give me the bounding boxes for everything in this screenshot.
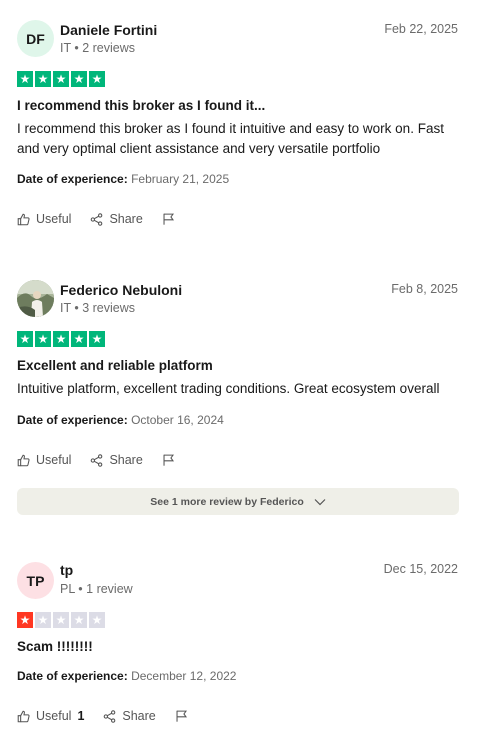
useful-label: Useful [36,212,72,226]
star-icon: ★ [89,612,105,628]
flag-icon [163,213,174,225]
reviewer-meta: IT • 2 reviews [60,41,135,55]
review-date: Feb 8, 2025 [391,282,458,296]
share-button[interactable]: Share [90,453,143,467]
reviewer-name[interactable]: Daniele Fortini [60,22,157,38]
star-rating: ★ ★ ★ ★ ★ [17,71,105,87]
reviewer-meta: IT • 3 reviews [60,301,135,315]
share-icon [91,453,103,467]
review-date: Feb 22, 2025 [384,22,458,36]
star-icon: ★ [17,71,33,87]
date-of-experience-label: Date of experience: [17,413,128,427]
flag-icon [176,710,187,722]
date-of-experience: Date of experience: December 12, 2022 [17,669,236,683]
review-actions: Useful 1 Share [17,709,207,723]
star-icon: ★ [53,612,69,628]
see-more-label: See 1 more review by Federico [150,495,304,508]
star-icon: ★ [89,71,105,87]
useful-label: Useful [36,453,72,467]
star-icon: ★ [89,331,105,347]
star-icon: ★ [35,612,51,628]
review-actions: Useful Share [17,453,194,467]
star-icon: ★ [53,71,69,87]
review-title[interactable]: Excellent and reliable platform [17,358,213,373]
report-button[interactable] [162,453,175,467]
review-title[interactable]: I recommend this broker as I found it... [17,98,265,113]
share-icon [104,709,116,723]
star-icon: ★ [71,71,87,87]
thumbs-up-icon [17,213,30,225]
share-label: Share [122,709,156,723]
report-button[interactable] [162,212,175,226]
date-of-experience-value: February 21, 2025 [131,172,230,186]
review-body: I recommend this broker as I found it in… [17,121,444,156]
chevron-down-icon [314,498,326,505]
share-label: Share [109,453,143,467]
share-label: Share [109,212,143,226]
date-of-experience-value: December 12, 2022 [131,669,237,683]
star-rating: ★ ★ ★ ★ ★ [17,331,105,347]
reviewer-name[interactable]: tp [60,562,73,578]
date-of-experience: Date of experience: February 21, 2025 [17,172,229,186]
star-icon: ★ [35,331,51,347]
thumbs-up-icon [17,710,30,722]
see-more-reviews-button[interactable]: See 1 more review by Federico [17,488,459,515]
star-icon: ★ [71,612,87,628]
date-of-experience: Date of experience: October 16, 2024 [17,413,224,427]
star-icon: ★ [17,612,33,628]
star-rating: ★ ★ ★ ★ ★ [17,612,105,628]
avatar[interactable]: TP [17,562,54,599]
date-of-experience-label: Date of experience: [17,172,128,186]
avatar[interactable] [17,280,54,317]
star-icon: ★ [53,331,69,347]
useful-button[interactable]: Useful 1 [17,709,84,723]
useful-label: Useful [36,709,72,723]
date-of-experience-value: October 16, 2024 [131,413,224,427]
reviewer-name[interactable]: Federico Nebuloni [60,282,182,298]
thumbs-up-icon [17,454,30,466]
share-icon [91,212,103,226]
reviewer-meta: PL • 1 review [60,582,133,596]
useful-button[interactable]: Useful [17,453,71,467]
star-icon: ★ [35,71,51,87]
share-button[interactable]: Share [103,709,156,723]
useful-count: 1 [77,709,85,723]
review-body: Intuitive platform, excellent trading co… [17,381,440,396]
avatar[interactable]: DF [17,20,54,57]
share-button[interactable]: Share [90,212,143,226]
review-actions: Useful Share [17,212,194,226]
date-of-experience-label: Date of experience: [17,669,128,683]
flag-icon [163,454,174,466]
useful-button[interactable]: Useful [17,212,71,226]
star-icon: ★ [17,331,33,347]
profile-photo [17,280,54,317]
review-date: Dec 15, 2022 [383,562,458,576]
report-button[interactable] [175,709,188,723]
review-title[interactable]: Scam !!!!!!!! [17,639,93,654]
star-icon: ★ [71,331,87,347]
